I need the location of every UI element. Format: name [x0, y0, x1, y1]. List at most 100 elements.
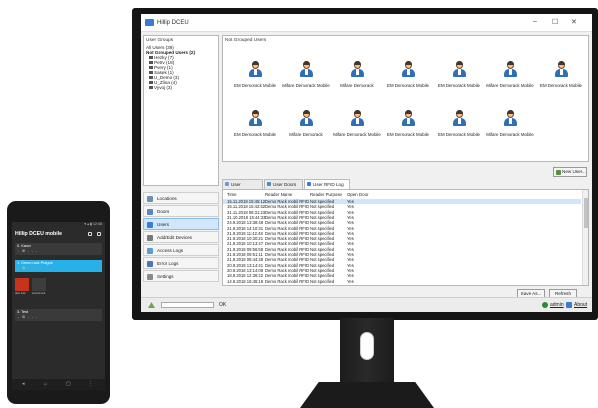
table-cell: 21.9.2018 11:42:48 [227, 230, 263, 236]
table-row[interactable]: 20.9.2018 13:14:41 Demo Rack mobil RFID No… [223, 263, 581, 268]
monitor: Hillip DCEU – ☐ ✕ User Groups All Users … [132, 8, 598, 320]
nav-add-edit-devices[interactable]: Add/Edit Devices [143, 231, 219, 243]
table-cell: Yes [347, 236, 354, 242]
more-icon[interactable]: ⋮ [88, 381, 93, 387]
tab-user-doors[interactable]: User Doors [264, 179, 303, 189]
close-button[interactable]: ✕ [571, 18, 577, 26]
phone-tile-label: door lock [15, 292, 26, 295]
user-tile[interactable]: EM Demorack Mobile [531, 61, 591, 101]
table-row[interactable]: 21.9.2018 09:56:58 Demo Rack mobil RFID No… [223, 247, 581, 252]
phone-card-sub: - ⊞ - - - [18, 249, 39, 253]
log-scroll-thumb[interactable] [584, 198, 588, 228]
table-row[interactable]: 21.9.2018 14:10:31 Demo Rack mobil RFID No… [223, 226, 581, 231]
new-user-button[interactable]: New User... [553, 167, 587, 177]
back-icon[interactable]: ◂ [22, 381, 25, 387]
group-item[interactable]: Vyvoj (3) [146, 85, 216, 90]
table-row[interactable]: 14.9.2018 16:45:18 Demo Rack mobil RFID No… [223, 279, 581, 284]
table-cell: Yes [347, 246, 354, 252]
window-title: Hillip DCEU [157, 20, 189, 26]
nav-locations[interactable]: Locations [143, 192, 219, 204]
user-icon [453, 61, 466, 78]
table-row[interactable]: 21.9.2018 10:30:21 Demo Rack mobil RFID No… [223, 236, 581, 241]
nav-icon [147, 235, 153, 241]
nav-access-logs[interactable]: Access Logs [143, 244, 219, 256]
nav-error-logs[interactable]: Error Logs [143, 257, 219, 269]
group-label: Vyvoj (3) [154, 85, 172, 90]
col-open-door[interactable]: Open Door [347, 192, 368, 197]
phone-location-card[interactable]: 3. Test - ⊞ - - - [15, 309, 102, 321]
table-row[interactable]: 20.9.2018 13:14:08 Demo Rack mobil RFID No… [223, 268, 581, 273]
user-icon-hair [456, 110, 463, 114]
new-user-label: New User... [562, 169, 586, 174]
col-time[interactable]: Time [227, 192, 237, 197]
nav-users[interactable]: Users [143, 218, 219, 230]
table-cell: Not specified [310, 209, 335, 215]
menu-icon[interactable] [97, 232, 101, 236]
col-reader-name[interactable]: Reader Name [265, 192, 292, 197]
user-icon [504, 61, 517, 78]
nav-icon [147, 209, 153, 215]
user-tile[interactable]: Mifare Demorack Mobile [480, 110, 540, 150]
minimize-button[interactable]: – [533, 18, 537, 25]
recents-icon[interactable]: ▢ [66, 381, 71, 387]
group-icon [149, 86, 153, 90]
current-user-link[interactable]: admin [550, 302, 564, 308]
table-cell: Yes [347, 252, 354, 257]
user-icon-hair [405, 110, 412, 114]
table-cell: 20.9.2018 13:14:08 [227, 267, 264, 273]
table-cell: Yes [347, 230, 354, 236]
table-cell: Yes [347, 225, 354, 231]
tab-user-parameters[interactable]: User Parameters [222, 179, 263, 196]
about-link[interactable]: About [574, 302, 587, 308]
maximize-button[interactable]: ☐ [552, 18, 558, 26]
phone-card-label: 1. Demo rack Prague [17, 261, 53, 265]
user-icon-collar [356, 118, 359, 124]
table-row[interactable]: 15.11.2018 15:45:12 Demo Rack mobil RFID N… [223, 199, 581, 204]
nav-label: Settings [157, 274, 174, 279]
table-row[interactable]: 15.11.2018 15:42:52 Demo Rack mobil RFID N… [223, 204, 581, 209]
phone-door-tile[interactable]: door lock [15, 278, 29, 295]
table-cell: Yes [347, 241, 354, 247]
table-row[interactable]: 31.10.2018 15:44:33 Demo Rack mobil RFID N… [223, 215, 581, 220]
phone-location-card[interactable]: 1. Demo rack Prague - ⊞ - - - [15, 260, 102, 272]
phone-screen: ▾ ▴ ▮ 12:48 Hillip DCEU mobile 0. Kanci -… [12, 222, 105, 390]
table-cell: Not specified [310, 199, 335, 204]
nav-doors[interactable]: Doors [143, 205, 219, 217]
table-row[interactable]: 31.11.2018 08:31:23 Demo Rack mobil RFID N… [223, 210, 581, 215]
table-cell: 18.9.2018 12:36:22 [227, 273, 264, 279]
tab-user-rfid-log[interactable]: User RFID Log [304, 179, 350, 189]
phone-location-card[interactable]: 0. Kanci - ⊞ - - - [15, 243, 102, 255]
table-row[interactable]: 21.9.2018 11:42:48 Demo Rack mobil RFID No… [223, 231, 581, 236]
table-cell: Yes [347, 278, 354, 284]
log-scrollbar[interactable] [582, 190, 588, 285]
group-icon [149, 61, 153, 65]
user-icon-collar [254, 118, 257, 124]
table-row[interactable]: 18.9.2018 12:36:22 Demo Rack mobil RFID No… [223, 273, 581, 278]
phone-card-sub: - ⊞ - - - [18, 315, 39, 319]
table-cell: Yes [347, 220, 354, 226]
home-icon[interactable]: ⌂ [44, 381, 47, 387]
nav-settings[interactable]: Settings [143, 270, 219, 282]
user-icon-collar [458, 118, 461, 124]
table-cell: 31.11.2018 08:31:23 [227, 209, 266, 215]
table-row[interactable]: 21.9.2018 10:13:47 Demo Rack mobil RFID No… [223, 241, 581, 246]
table-cell: Yes [347, 199, 354, 204]
table-cell: 21.9.2018 14:10:31 [227, 225, 264, 231]
table-cell: Demo Rack mobil RFID [265, 262, 309, 268]
tab-icon [225, 182, 229, 186]
phone: ▾ ▴ ▮ 12:48 Hillip DCEU mobile 0. Kanci -… [7, 201, 110, 404]
refresh-icon[interactable] [88, 232, 92, 236]
table-cell: Not specified [310, 257, 335, 263]
user-groups-title: User Groups [146, 38, 174, 43]
col-reader-purpose[interactable]: Reader Purpose [310, 192, 342, 197]
phone-door-tile[interactable]: second exit [32, 278, 46, 295]
table-cell: Yes [347, 273, 354, 279]
table-cell: Demo Rack mobil RFID [265, 230, 309, 236]
table-cell: 21.9.2018 10:30:21 [227, 236, 264, 242]
user-icon-collar [254, 69, 257, 75]
table-cell: Demo Rack mobil RFID [265, 209, 309, 215]
table-row[interactable]: 21.9.2018 08:44:48 Demo Rack mobil RFID No… [223, 257, 581, 262]
table-row[interactable]: 21.9.2018 09:51:11 Demo Rack mobil RFID No… [223, 252, 581, 257]
phone-tile-label: second exit [32, 292, 46, 295]
table-row[interactable]: 24.9.2018 13:38:48 Demo Rack mobil RFID No… [223, 220, 581, 225]
